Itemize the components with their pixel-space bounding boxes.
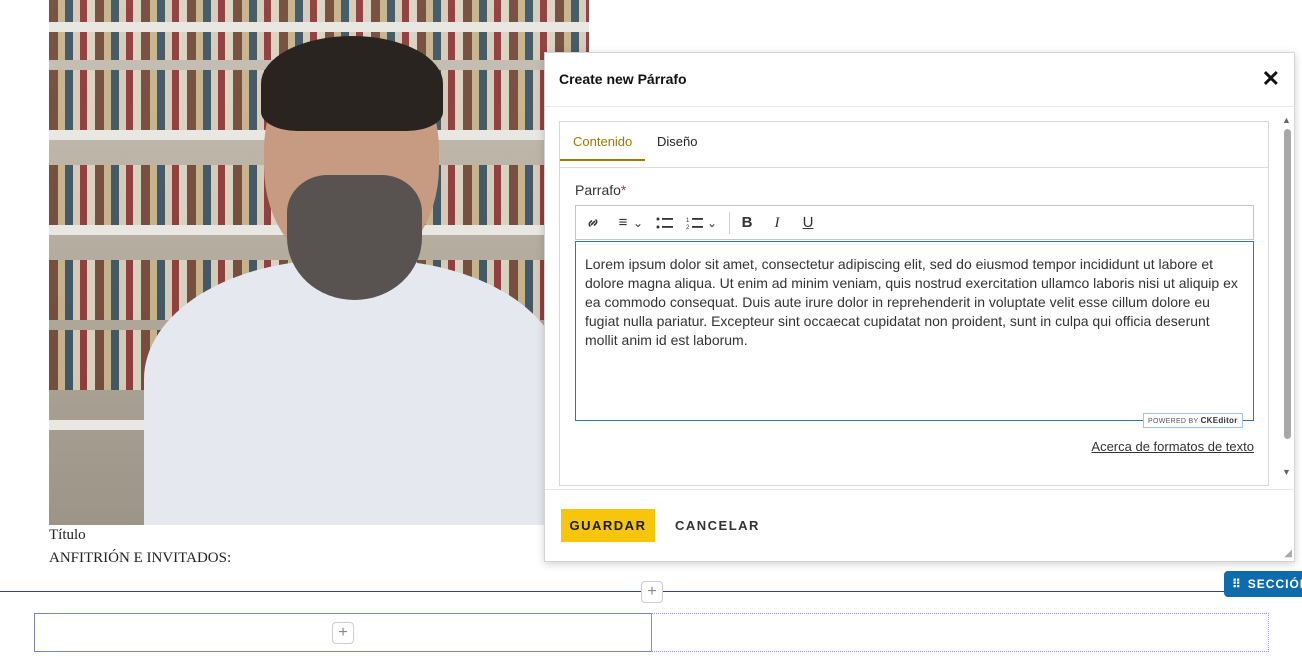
rich-text-editor[interactable]: Lorem ipsum dolor sit amet, consectetur … — [575, 241, 1254, 421]
save-button[interactable]: GUARDAR — [561, 509, 655, 542]
tab-contenido[interactable]: Contenido — [560, 134, 646, 161]
dialog-header: Create new Párrafo ✕ — [545, 53, 1294, 107]
align-icon[interactable]: ≡ — [612, 212, 634, 234]
add-section-button[interactable]: + — [641, 581, 663, 603]
link-icon[interactable] — [582, 212, 604, 234]
scroll-up-icon[interactable]: ▲ — [1282, 115, 1291, 125]
editor-toolbar: ≡ ⌄ 12 ⌄ B I U — [575, 205, 1254, 240]
create-paragraph-dialog: Create new Párrafo ✕ Contenido Diseño Pa… — [544, 52, 1295, 562]
svg-text:1: 1 — [686, 218, 690, 224]
field-label-text: Parrafo — [575, 182, 621, 198]
person-hair — [261, 36, 443, 131]
resize-handle-icon[interactable]: ◢ — [1284, 548, 1292, 559]
svg-text:2: 2 — [686, 225, 690, 230]
italic-icon[interactable]: I — [766, 212, 788, 234]
field-label: Parrafo* — [575, 182, 626, 198]
tab-diseno[interactable]: Diseño — [657, 134, 697, 159]
add-block-button[interactable]: + — [332, 622, 354, 644]
toolbar-separator — [729, 212, 730, 234]
person-beard — [287, 175, 422, 300]
dialog-scrollbar[interactable]: ▲ ▼ — [1280, 115, 1294, 485]
numbered-list-icon[interactable]: 12 — [684, 212, 706, 234]
section-tag[interactable]: ⠿ SECCIÓN — [1224, 571, 1302, 597]
dialog-footer: GUARDAR CANCELAR — [545, 489, 1294, 563]
section-tag-label: SECCIÓN — [1247, 577, 1302, 591]
bold-icon[interactable]: B — [736, 212, 758, 234]
required-marker: * — [620, 182, 627, 198]
layout-region-second[interactable] — [651, 613, 1269, 652]
caption-title: Título — [49, 527, 86, 543]
ckeditor-badge-prefix: POWERED BY — [1148, 418, 1199, 425]
chevron-down-icon[interactable]: ⌄ — [706, 212, 718, 234]
text-formats-link[interactable]: Acerca de formatos de texto — [1091, 439, 1254, 454]
scroll-thumb[interactable] — [1284, 129, 1291, 439]
cancel-button[interactable]: CANCELAR — [669, 509, 766, 542]
drag-handle-icon[interactable]: ⠿ — [1232, 577, 1242, 591]
dialog-body: Contenido Diseño Parrafo* ≡ ⌄ 12 ⌄ B I U… — [559, 121, 1269, 486]
scroll-down-icon[interactable]: ▼ — [1282, 467, 1291, 477]
chevron-down-icon[interactable]: ⌄ — [632, 212, 644, 234]
close-icon[interactable]: ✕ — [1262, 66, 1280, 92]
bulleted-list-icon[interactable] — [654, 212, 676, 234]
caption-subtitle: ANFITRIÓN E INVITADOS: — [49, 550, 232, 566]
tab-bar: Contenido Diseño — [560, 122, 1268, 168]
underline-icon[interactable]: U — [797, 212, 819, 234]
host-photo — [49, 0, 589, 525]
ckeditor-badge-brand: CKEditor — [1200, 416, 1238, 425]
dialog-title: Create new Párrafo — [559, 71, 687, 87]
shelf — [49, 22, 589, 32]
ckeditor-badge[interactable]: POWERED BY CKEditor — [1143, 413, 1243, 428]
